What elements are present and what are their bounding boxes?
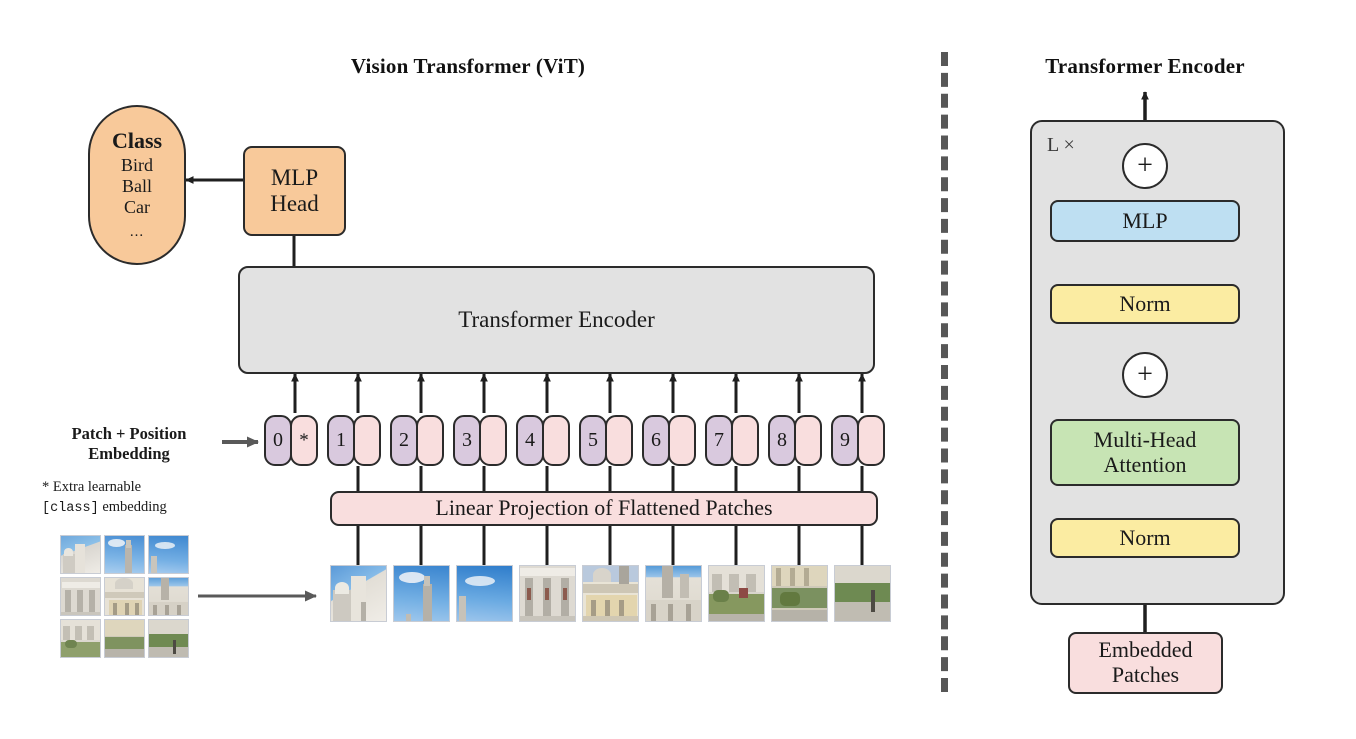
token-position-6[interactable]: 6 bbox=[642, 415, 670, 466]
source-tile-r3c2 bbox=[104, 619, 145, 658]
adder-bottom-symbol: + bbox=[1137, 359, 1153, 390]
mlp-head-line2: Head bbox=[270, 191, 319, 216]
token-position-3[interactable]: 3 bbox=[453, 415, 481, 466]
residual-add-bottom: + bbox=[1122, 352, 1168, 398]
linear-projection-label: Linear Projection of Flattened Patches bbox=[435, 495, 773, 521]
token-6-number: 6 bbox=[651, 429, 661, 451]
source-tile-r3c1 bbox=[60, 619, 101, 658]
token-position-7[interactable]: 7 bbox=[705, 415, 733, 466]
adder-top-symbol: + bbox=[1137, 150, 1153, 181]
footnote-line1: * Extra learnable bbox=[42, 479, 142, 495]
token-3-number: 3 bbox=[462, 429, 472, 451]
flattened-patch-5 bbox=[582, 565, 639, 622]
token-2-number: 2 bbox=[399, 429, 409, 451]
flattened-patch-8 bbox=[771, 565, 828, 622]
flattened-patch-6 bbox=[645, 565, 702, 622]
mlp-block[interactable]: MLP bbox=[1050, 200, 1240, 242]
transformer-encoder-box[interactable]: Transformer Encoder bbox=[238, 266, 875, 374]
token-patch-1[interactable] bbox=[353, 415, 381, 466]
flattened-patch-3 bbox=[456, 565, 513, 622]
token-9-number: 9 bbox=[840, 429, 850, 451]
token-patch-6[interactable] bbox=[668, 415, 696, 466]
footnote-class-token: [class] bbox=[42, 500, 99, 516]
source-tile-r2c2 bbox=[104, 577, 145, 616]
source-image-grid bbox=[60, 535, 190, 659]
figure-canvas: Vision Transformer (ViT) Transformer Enc… bbox=[0, 0, 1356, 739]
mha-line2: Attention bbox=[1103, 451, 1187, 477]
token-5-number: 5 bbox=[588, 429, 598, 451]
footnote-line2-rest: embedding bbox=[98, 498, 167, 515]
source-tile-r3c3 bbox=[148, 619, 189, 658]
source-tile-r2c3 bbox=[148, 577, 189, 616]
source-tile-r1c2 bbox=[104, 535, 145, 574]
token-8-number: 8 bbox=[777, 429, 787, 451]
page-title-left: Vision Transformer (ViT) bbox=[350, 54, 586, 78]
class-box-heading: Class bbox=[111, 128, 163, 154]
norm-top-label: Norm bbox=[1119, 290, 1171, 316]
token-patch-4[interactable] bbox=[542, 415, 570, 466]
embedding-label-line1: Patch + Position bbox=[71, 424, 187, 443]
class-item-ball: Ball bbox=[122, 175, 152, 196]
embedded-patches-line2: Patches bbox=[1111, 662, 1180, 687]
token-position-8[interactable]: 8 bbox=[768, 415, 796, 466]
linear-projection-box[interactable]: Linear Projection of Flattened Patches bbox=[330, 491, 878, 526]
norm-bottom-block[interactable]: Norm bbox=[1050, 518, 1240, 558]
embedding-label-line2: Embedding bbox=[88, 443, 170, 463]
token-position-5[interactable]: 5 bbox=[579, 415, 607, 466]
mha-line1: Multi-Head bbox=[1093, 426, 1197, 452]
token-star-label: * bbox=[299, 430, 309, 451]
source-tile-r1c1 bbox=[60, 535, 101, 574]
class-output-box[interactable]: Class Bird Ball Car ... bbox=[88, 105, 186, 265]
residual-add-top: + bbox=[1122, 143, 1168, 189]
embedded-patches-line1: Embedded bbox=[1098, 637, 1193, 663]
panel-divider bbox=[941, 52, 948, 692]
class-item-bird: Bird bbox=[120, 154, 153, 175]
norm-bottom-label: Norm bbox=[1119, 524, 1171, 550]
multi-head-attention-block[interactable]: Multi-Head Attention bbox=[1050, 419, 1240, 486]
patch-position-embedding-label: Patch + Position Embedding bbox=[40, 424, 218, 464]
token-4-number: 4 bbox=[525, 429, 535, 451]
token-position-1[interactable]: 1 bbox=[327, 415, 355, 466]
flattened-patch-2 bbox=[393, 565, 450, 622]
page-title-right: Transformer Encoder bbox=[1045, 54, 1245, 78]
transformer-encoder-label: Transformer Encoder bbox=[458, 307, 655, 333]
token-position-0[interactable]: 0 bbox=[264, 415, 292, 466]
embedded-patches-block[interactable]: Embedded Patches bbox=[1068, 632, 1223, 694]
token-7-number: 7 bbox=[714, 429, 724, 451]
token-patch-9[interactable] bbox=[857, 415, 885, 466]
layer-repeat-label: L × bbox=[1047, 134, 1075, 156]
mlp-head-line1: MLP bbox=[270, 165, 319, 191]
token-patch-5[interactable] bbox=[605, 415, 633, 466]
mlp-block-label: MLP bbox=[1122, 207, 1168, 233]
flattened-patch-9 bbox=[834, 565, 891, 622]
source-tile-r1c3 bbox=[148, 535, 189, 574]
token-patch-3[interactable] bbox=[479, 415, 507, 466]
token-position-4[interactable]: 4 bbox=[516, 415, 544, 466]
norm-top-block[interactable]: Norm bbox=[1050, 284, 1240, 324]
flattened-patch-1 bbox=[330, 565, 387, 622]
token-patch-2[interactable] bbox=[416, 415, 444, 466]
flattened-patch-7 bbox=[708, 565, 765, 622]
class-item-car: Car bbox=[124, 196, 150, 217]
mlp-head-box[interactable]: MLP Head bbox=[243, 146, 346, 236]
token-0-number: 0 bbox=[273, 429, 283, 451]
token-position-9[interactable]: 9 bbox=[831, 415, 859, 466]
source-tile-r2c1 bbox=[60, 577, 101, 616]
flattened-patch-4 bbox=[519, 565, 576, 622]
token-patch-8[interactable] bbox=[794, 415, 822, 466]
extra-learnable-footnote: * Extra learnable [class] embedding bbox=[42, 478, 232, 518]
token-patch-7[interactable] bbox=[731, 415, 759, 466]
token-class-star[interactable]: * bbox=[290, 415, 318, 466]
token-1-number: 1 bbox=[336, 429, 346, 451]
token-position-2[interactable]: 2 bbox=[390, 415, 418, 466]
class-ellipsis: ... bbox=[129, 224, 145, 241]
